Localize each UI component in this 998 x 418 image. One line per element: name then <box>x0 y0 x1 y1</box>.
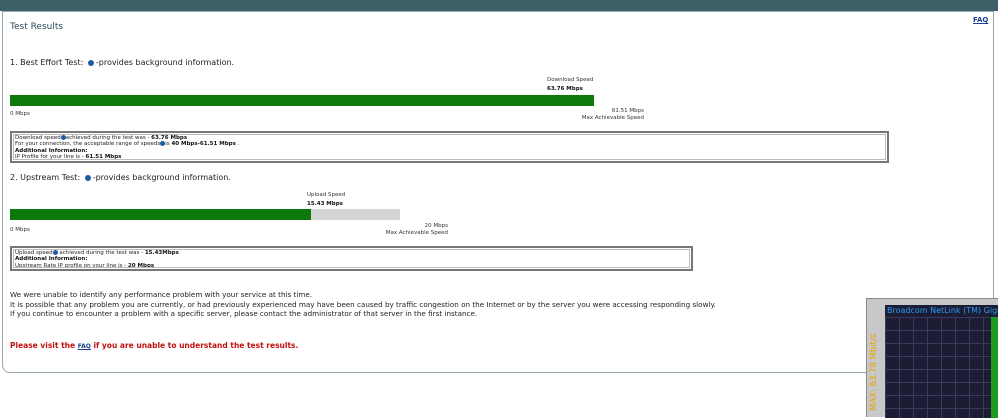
range-info-value: 40 Mbps-61.51 Mbps <box>171 141 236 148</box>
upload-max-value: 20 Mbps <box>424 223 448 229</box>
network-adapter-name: Broadcom NetLink (TM) Gigabit <box>887 306 998 315</box>
network-graph-activity <box>991 317 998 418</box>
network-monitor-widget[interactable]: MAX: 63.78 Mbit/s Broadcom NetLink (TM) … <box>866 298 998 418</box>
download-info-text: Download speed <box>15 135 61 141</box>
download-info-box: Download speed achieved during the test w… <box>10 131 889 163</box>
upload-speed-bar <box>10 209 400 220</box>
faq-link-top[interactable]: FAQ <box>973 16 988 24</box>
range-info-post: . <box>237 141 240 148</box>
upload-speed-bar-fill <box>10 209 311 220</box>
download-speed-caption: Download Speed <box>547 77 594 83</box>
range-info-text: For your connection, the acceptable rang… <box>15 141 161 148</box>
upstream-heading: 2. Upstream Test: -provides background i… <box>10 173 231 182</box>
upload-max-label: Max Achievable Speed <box>385 230 448 236</box>
faq-link-inline[interactable]: FAQ <box>78 343 91 350</box>
upload-info-text-mid: achieved during the test was - <box>57 250 145 256</box>
result-message-line-2: It is possible that any problem you are … <box>10 299 716 309</box>
download-info-line-4: IP Profile for your line is - 61.51 Mbps <box>15 154 884 160</box>
upstream-heading-suffix: -provides background information. <box>92 173 231 182</box>
page-title: Test Results <box>10 22 64 32</box>
upstream-heading-prefix: 2. Upstream Test: <box>10 173 81 182</box>
upload-info-box: Upload speed achieved during the test wa… <box>10 246 693 271</box>
upload-info-value: 15.43Mbps <box>144 250 179 256</box>
network-graph: Broadcom NetLink (TM) Gigabit <box>885 305 998 418</box>
download-max-value: 61.51 Mbps <box>611 108 644 114</box>
upload-min-label: 0 Mbps <box>10 227 30 233</box>
best-effort-heading: 1. Best Effort Test: -provides backgroun… <box>10 58 234 67</box>
upload-speed-caption: Upload Speed <box>307 192 346 198</box>
top-banner <box>0 0 998 11</box>
download-min-label: 0 Mbps <box>10 111 30 117</box>
result-message-line-1: We were unable to identify any performan… <box>10 290 313 299</box>
download-speed-bar <box>10 95 594 106</box>
best-effort-heading-prefix: 1. Best Effort Test: <box>10 58 84 67</box>
download-max-label: Max Achievable Speed <box>581 115 644 121</box>
info-icon[interactable] <box>87 59 94 66</box>
upload-info-line-3: Upstream Rate IP profile on your line is… <box>15 263 688 269</box>
upload-speed-value: 15.43 Mbps <box>307 201 343 207</box>
download-info-value: 63.76 Mbps <box>151 135 188 141</box>
download-speed-bar-fill <box>10 95 594 106</box>
result-message-line-3: If you continue to encounter a problem w… <box>10 309 478 318</box>
download-speed-value: 63.76 Mbps <box>547 86 583 92</box>
ip-profile-value: 61.51 Mbps <box>85 154 122 161</box>
visit-faq-notice: Please visit the FAQ if you are unable t… <box>10 341 298 350</box>
best-effort-heading-suffix: -provides background information. <box>95 58 235 67</box>
info-icon[interactable] <box>84 174 91 181</box>
result-message: We were unable to identify any performan… <box>10 290 716 319</box>
network-max-label: MAX: 63.78 Mbit/s <box>869 333 879 411</box>
visit-faq-post: if you are unable to understand the test… <box>90 341 299 350</box>
ip-profile-text: IP Profile for your line is - <box>15 154 86 161</box>
upstream-profile-value: 20 Mbps <box>127 262 155 269</box>
upload-info-text: Upload speed <box>15 250 53 256</box>
upstream-profile-text: Upstream Rate IP profile on your line is… <box>15 262 128 269</box>
network-graph-grid <box>885 317 998 418</box>
visit-faq-pre: Please visit the <box>10 341 78 350</box>
download-info-text-mid: achieved during the test was - <box>65 135 152 141</box>
